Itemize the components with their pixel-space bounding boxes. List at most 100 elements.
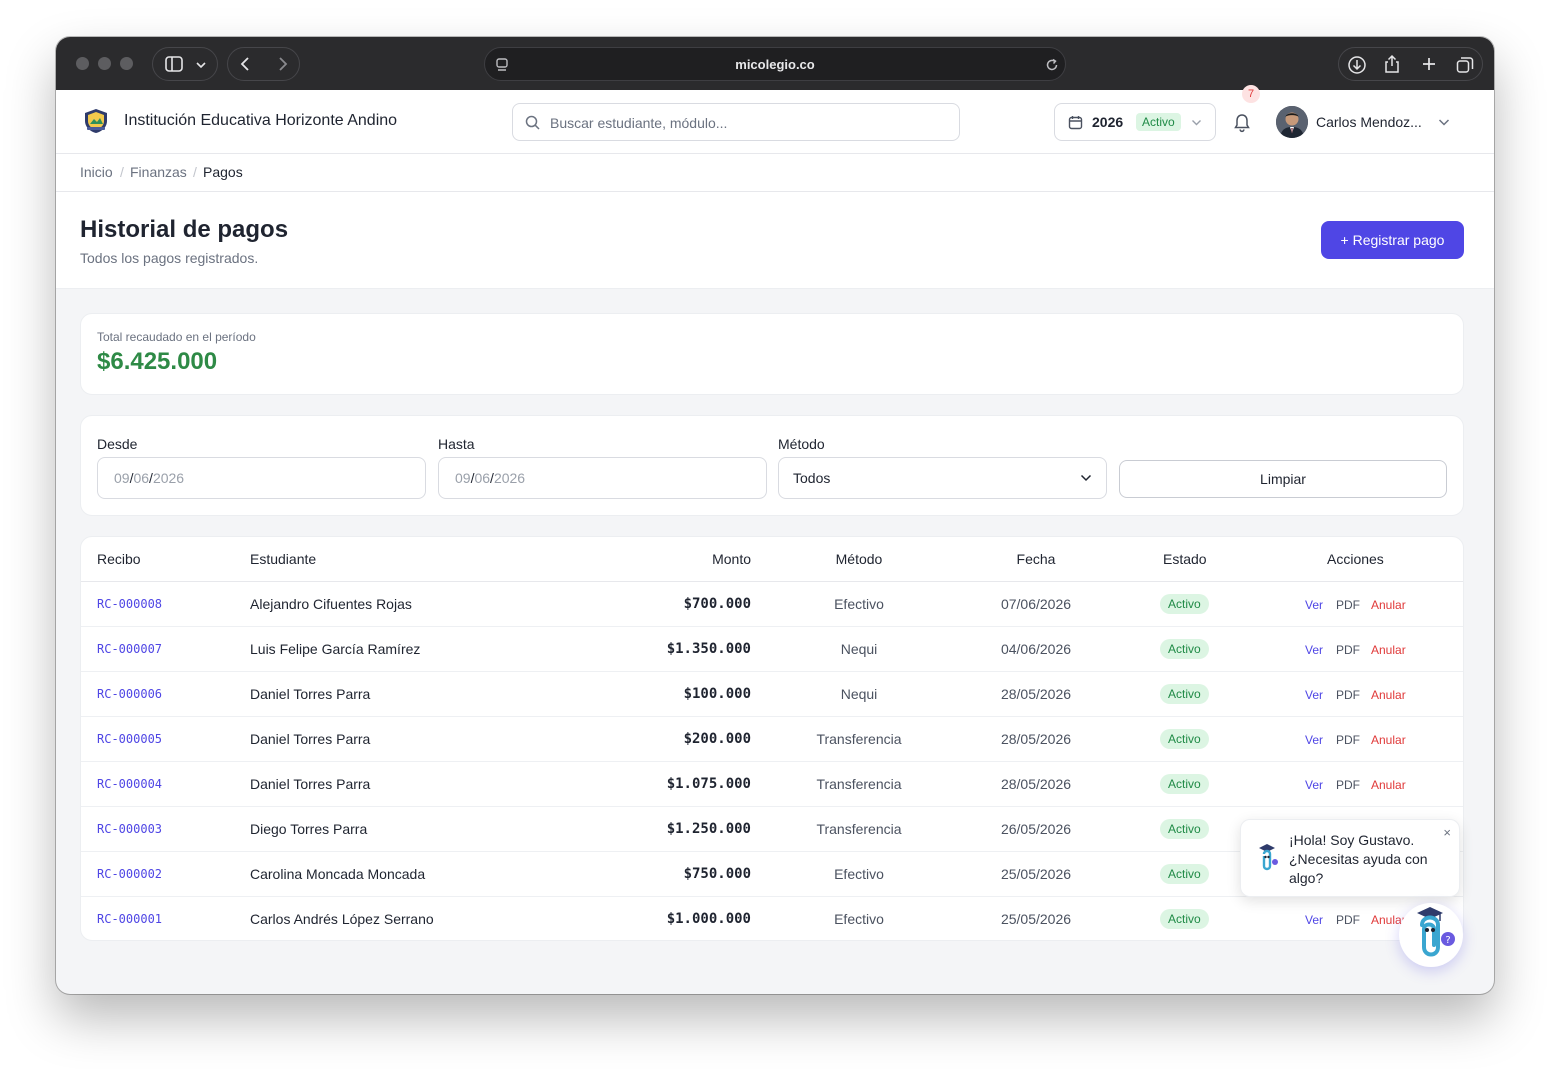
download-icon[interactable] — [1347, 55, 1367, 75]
zoom-window-button[interactable] — [120, 57, 133, 70]
pdf-link[interactable]: PDF — [1336, 598, 1360, 612]
student-name: Luis Felipe García Ramírez — [250, 641, 421, 657]
from-date-value: 09/06/2026 — [114, 470, 185, 486]
payment-amount: $1.350.000 — [666, 641, 751, 657]
pdf-link[interactable]: PDF — [1336, 688, 1360, 702]
breadcrumb: Inicio / Finanzas / Pagos — [56, 154, 1494, 192]
column-header-acciones: Acciones — [1327, 551, 1384, 567]
search-icon — [525, 115, 540, 130]
from-date-input[interactable]: 09/06/2026 — [97, 457, 426, 499]
student-name: Diego Torres Parra — [250, 821, 368, 837]
close-icon[interactable]: × — [1443, 825, 1451, 840]
view-link[interactable]: Ver — [1305, 688, 1323, 702]
view-link[interactable]: Ver — [1305, 598, 1323, 612]
receipt-link[interactable]: RC-000003 — [97, 822, 162, 836]
chevron-down-icon — [1192, 120, 1201, 126]
avatar[interactable] — [1276, 106, 1308, 138]
student-name: Carolina Moncada Moncada — [250, 866, 426, 882]
assistant-launcher-button[interactable]: ? — [1399, 903, 1463, 967]
filters-card: Desde 09/06/2026 Hasta 09/06/2026 Método… — [80, 415, 1464, 516]
method-select[interactable]: Todos — [778, 457, 1107, 499]
receipt-link[interactable]: RC-000001 — [97, 912, 162, 926]
chevron-down-icon — [196, 62, 206, 69]
view-link[interactable]: Ver — [1305, 643, 1323, 657]
status-badge: Activo — [1160, 684, 1209, 704]
pdf-link[interactable]: PDF — [1336, 913, 1360, 927]
void-link[interactable]: Anular — [1371, 598, 1406, 612]
payment-amount: $200.000 — [683, 731, 751, 747]
column-header-estado: Estado — [1163, 551, 1207, 567]
payment-method: Transferencia — [816, 776, 902, 792]
payment-amount: $1.250.000 — [666, 821, 751, 837]
status-badge: Activo — [1160, 639, 1209, 659]
breadcrumb-inicio[interactable]: Inicio — [80, 164, 113, 180]
user-photo — [1276, 106, 1308, 138]
clear-filters-button[interactable]: Limpiar — [1119, 460, 1447, 498]
address-bar[interactable]: micolegio.co — [484, 47, 1066, 81]
table-row: RC-000008 Alejandro Cifuentes Rojas $700… — [81, 582, 1463, 627]
payment-method: Nequi — [840, 686, 878, 702]
void-link[interactable]: Anular — [1371, 688, 1406, 702]
payment-date: 25/05/2026 — [1000, 911, 1072, 927]
assistant-chat-bubble[interactable]: ¡Hola! Soy Gustavo. ¿Necesitas ayuda con… — [1240, 819, 1460, 897]
school-logo — [85, 109, 107, 133]
table-row: RC-000001 Carlos Andrés López Serrano $1… — [81, 897, 1463, 942]
payment-method: Efectivo — [834, 866, 884, 882]
void-link[interactable]: Anular — [1371, 643, 1406, 657]
column-header-estudiante: Estudiante — [250, 551, 317, 567]
student-name: Daniel Torres Parra — [250, 776, 371, 792]
browser-window: micolegio.co Institución Educativa Horiz… — [56, 37, 1494, 994]
close-window-button[interactable] — [76, 57, 89, 70]
receipt-link[interactable]: RC-000004 — [97, 777, 162, 791]
status-badge: Activo — [1160, 864, 1209, 884]
receipt-link[interactable]: RC-000007 — [97, 642, 162, 656]
from-label: Desde — [97, 436, 138, 452]
assistant-mascot-icon: ? — [1417, 907, 1455, 957]
share-icon[interactable] — [1383, 54, 1401, 74]
receipt-link[interactable]: RC-000005 — [97, 732, 162, 746]
view-link[interactable]: Ver — [1305, 733, 1323, 747]
register-payment-button[interactable]: + Registrar pago — [1321, 221, 1464, 259]
back-icon[interactable] — [238, 56, 254, 72]
receipt-link[interactable]: RC-000006 — [97, 687, 162, 701]
payment-amount: $1.075.000 — [666, 776, 751, 792]
void-link[interactable]: Anular — [1371, 778, 1406, 792]
pdf-link[interactable]: PDF — [1336, 643, 1360, 657]
total-collected-card: Total recaudado en el período $6.425.000 — [80, 313, 1464, 395]
to-date-value: 09/06/2026 — [455, 470, 526, 486]
payment-method: Transferencia — [816, 821, 902, 837]
void-link[interactable]: Anular — [1371, 733, 1406, 747]
sidebar-toggle-button[interactable] — [152, 47, 218, 81]
breadcrumb-finanzas[interactable]: Finanzas — [130, 164, 187, 180]
school-year-selector[interactable]: 2026 Activo — [1054, 103, 1216, 141]
receipt-link[interactable]: RC-000008 — [97, 597, 162, 611]
status-badge: Activo — [1160, 729, 1209, 749]
minimize-window-button[interactable] — [98, 57, 111, 70]
chevron-down-icon[interactable] — [1438, 118, 1450, 127]
breadcrumb-separator: / — [193, 164, 197, 180]
new-tab-icon[interactable] — [1421, 56, 1437, 72]
payment-amount: $750.000 — [683, 866, 751, 882]
bell-icon[interactable] — [1233, 113, 1251, 133]
pdf-link[interactable]: PDF — [1336, 733, 1360, 747]
view-link[interactable]: Ver — [1305, 778, 1323, 792]
to-date-input[interactable]: 09/06/2026 — [438, 457, 767, 499]
pdf-link[interactable]: PDF — [1336, 778, 1360, 792]
tabs-overview-icon[interactable] — [1456, 56, 1474, 74]
receipt-link[interactable]: RC-000002 — [97, 867, 162, 881]
calendar-icon — [1068, 116, 1083, 130]
method-select-value: Todos — [793, 470, 831, 486]
table-row: RC-000004 Daniel Torres Parra $1.075.000… — [81, 762, 1463, 807]
to-label: Hasta — [438, 436, 475, 452]
user-name[interactable]: Carlos Mendoz... — [1316, 114, 1422, 130]
student-name: Alejandro Cifuentes Rojas — [250, 596, 412, 612]
payment-amount: $1.000.000 — [666, 911, 751, 927]
table-header: Recibo Estudiante Monto Método Fecha Est… — [81, 537, 1463, 582]
payment-method: Transferencia — [816, 731, 902, 747]
search-input[interactable]: Buscar estudiante, módulo... — [512, 103, 960, 141]
view-link[interactable]: Ver — [1305, 913, 1323, 927]
forward-icon[interactable] — [274, 56, 290, 72]
payment-amount: $100.000 — [683, 686, 751, 702]
payment-amount: $700.000 — [683, 596, 751, 612]
reload-icon[interactable] — [1045, 58, 1059, 72]
